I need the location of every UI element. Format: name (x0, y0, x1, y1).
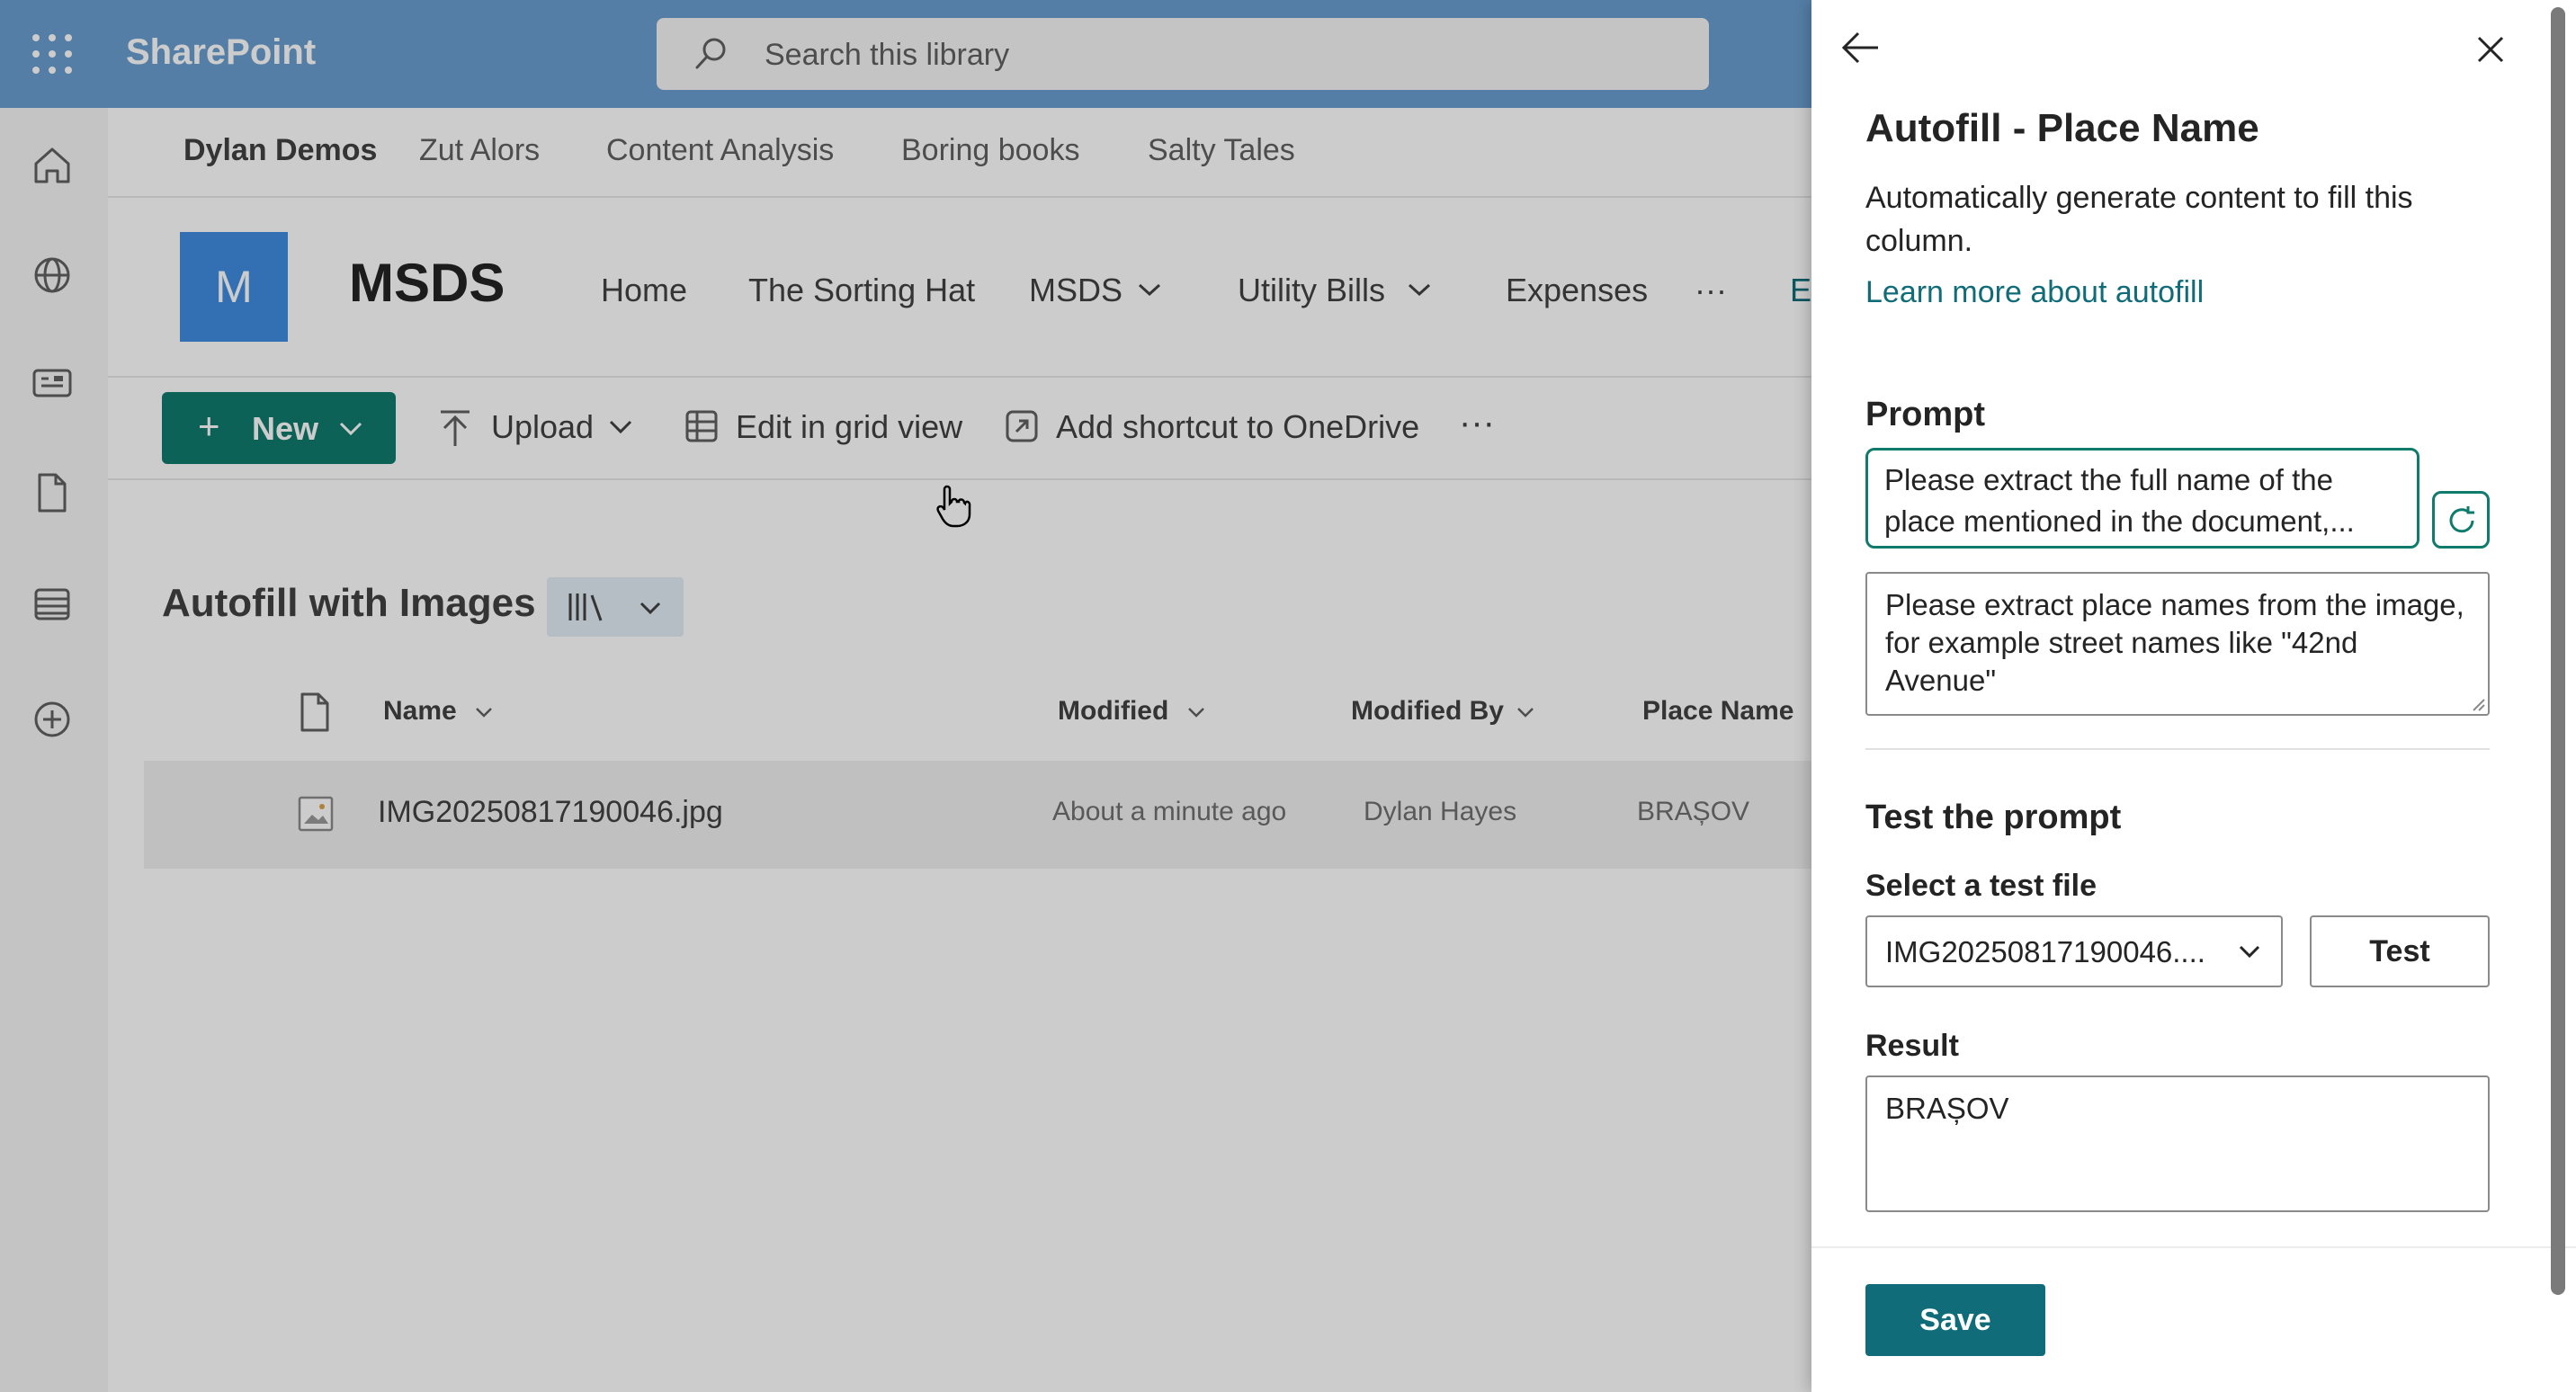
learn-more-link[interactable]: Learn more about autofill (1865, 275, 2204, 310)
refresh-prompt-button[interactable] (2432, 491, 2490, 549)
panel-scrollbar[interactable] (2551, 7, 2565, 1295)
divider (1865, 748, 2490, 750)
autofill-panel: Autofill - Place Name Automatically gene… (1811, 0, 2576, 1392)
back-arrow-icon[interactable] (1840, 29, 1882, 67)
result-field: BRAȘOV (1865, 1075, 2490, 1212)
divider (1811, 1246, 2576, 1248)
prompt-line: place mentioned in the document,... (1884, 504, 2355, 538)
test-prompt-heading: Test the prompt (1865, 799, 2122, 836)
prompt-line: Please extract the full name of the (1884, 463, 2333, 496)
selected-file: IMG20250817190046.... (1885, 935, 2205, 968)
select-file-label: Select a test file (1865, 869, 2097, 903)
prompt-textarea[interactable]: Please extract place names from the imag… (1865, 572, 2490, 716)
test-button[interactable]: Test (2310, 915, 2490, 987)
save-button[interactable]: Save (1865, 1284, 2045, 1356)
panel-title: Autofill - Place Name (1865, 106, 2259, 150)
result-label: Result (1865, 1029, 1959, 1063)
close-icon[interactable] (2475, 34, 2506, 65)
modal-overlay[interactable] (0, 0, 1811, 1392)
prompt-label: Prompt (1865, 396, 1985, 433)
refresh-icon (2449, 506, 2474, 533)
test-file-dropdown[interactable]: IMG20250817190046.... (1865, 915, 2283, 987)
prompt-field[interactable]: Please extract the full name of the plac… (1865, 448, 2419, 549)
panel-description: Automatically generate content to fill t… (1865, 181, 2413, 258)
chevron-down-icon (2239, 945, 2260, 959)
resize-handle-icon[interactable] (2472, 698, 2486, 712)
